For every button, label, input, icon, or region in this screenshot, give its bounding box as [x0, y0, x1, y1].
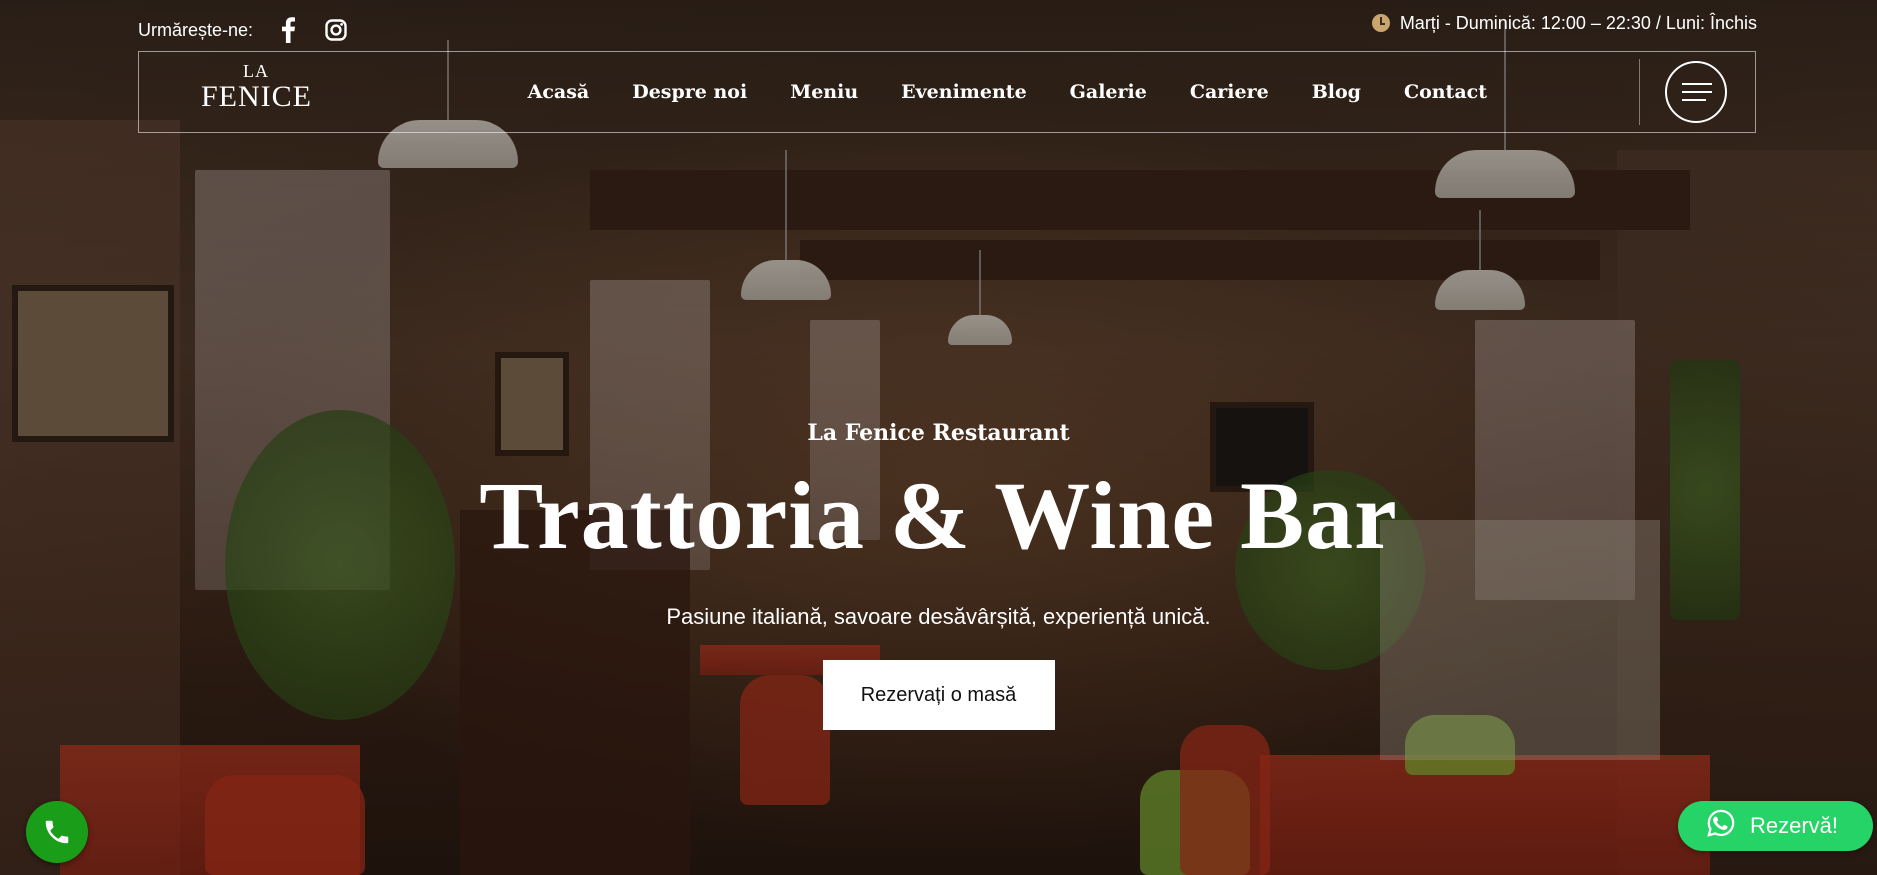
whatsapp-label: Rezervă! — [1750, 813, 1839, 838]
opening-hours: Marți - Duminică: 12:00 – 22:30 / Luni: … — [1371, 12, 1757, 34]
social-links: Urmărește-ne: — [138, 17, 349, 43]
logo-bottom-text: FENICE — [201, 80, 312, 113]
facebook-icon[interactable] — [275, 17, 301, 43]
main-header: LA FENICE Acasă Despre noi Meniu Evenime… — [138, 51, 1756, 133]
hamburger-menu-icon[interactable] — [1665, 61, 1727, 123]
whatsapp-reserve-button[interactable]: Rezervă! — [1678, 801, 1873, 851]
instagram-icon[interactable] — [323, 17, 349, 43]
nav-item-acasa[interactable]: Acasă — [528, 81, 590, 103]
reserve-table-button[interactable]: Rezervați o masă — [822, 660, 1055, 730]
nav-item-blog[interactable]: Blog — [1312, 81, 1361, 103]
nav-item-evenimente[interactable]: Evenimente — [901, 81, 1027, 103]
clock-icon — [1371, 14, 1390, 32]
top-bar: Urmărește-ne: Marți - Duminică: 12:00 – … — [138, 12, 1757, 48]
phone-icon[interactable] — [26, 801, 88, 863]
opening-hours-text: Marți - Duminică: 12:00 – 22:30 / Luni: … — [1399, 12, 1757, 33]
hero-section: Urmărește-ne: Marți - Duminică: 12:00 – … — [0, 0, 1877, 875]
main-nav: Acasă Despre noi Meniu Evenimente Galeri… — [528, 52, 1487, 132]
whatsapp-icon — [1706, 808, 1736, 844]
hero-content: La Fenice Restaurant Trattoria & Wine Ba… — [0, 420, 1877, 730]
nav-item-cariere[interactable]: Cariere — [1190, 81, 1269, 103]
logo-top-text: LA — [243, 61, 269, 81]
hero-eyebrow: La Fenice Restaurant — [807, 420, 1070, 446]
site-logo[interactable]: LA FENICE — [201, 62, 311, 122]
hero-headline: Trattoria & Wine Bar — [479, 462, 1398, 569]
nav-item-contact[interactable]: Contact — [1404, 81, 1487, 103]
nav-item-meniu[interactable]: Meniu — [790, 81, 858, 103]
nav-divider — [1639, 59, 1640, 125]
nav-item-galerie[interactable]: Galerie — [1070, 81, 1147, 103]
hero-tagline: Pasiune italiană, savoare desăvârșită, e… — [666, 604, 1211, 629]
follow-label: Urmărește-ne: — [138, 19, 254, 40]
nav-item-despre-noi[interactable]: Despre noi — [632, 81, 747, 103]
